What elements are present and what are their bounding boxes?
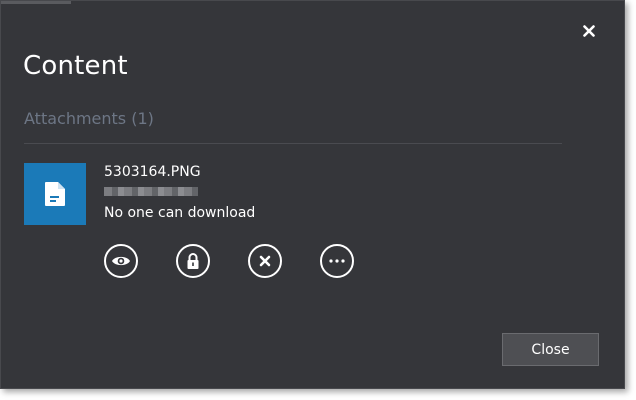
close-icon [583, 25, 595, 37]
lock-icon [187, 253, 199, 269]
permissions-button[interactable] [176, 244, 210, 278]
more-options-button[interactable] [320, 244, 354, 278]
eye-icon [112, 256, 130, 266]
document-icon [45, 182, 65, 206]
more-icon [329, 259, 345, 263]
close-button[interactable]: Close [502, 333, 599, 366]
attachment-permission-text: No one can download [104, 205, 256, 221]
top-edge-highlight [1, 1, 71, 4]
content-dialog: Content Attachments (1) 5303164.PNG No o… [0, 0, 625, 389]
section-divider [24, 143, 562, 144]
preview-button[interactable] [104, 244, 138, 278]
dialog-title: Content [23, 51, 128, 81]
attachments-header: Attachments (1) [24, 109, 154, 128]
dialog-close-button[interactable] [577, 19, 601, 43]
attachment-actions [104, 244, 354, 278]
attachment-file-name[interactable]: 5303164.PNG [104, 164, 201, 180]
remove-button[interactable] [248, 244, 282, 278]
remove-icon [259, 255, 271, 267]
attachment-thumbnail[interactable] [24, 163, 86, 225]
redacted-file-details [104, 187, 198, 196]
